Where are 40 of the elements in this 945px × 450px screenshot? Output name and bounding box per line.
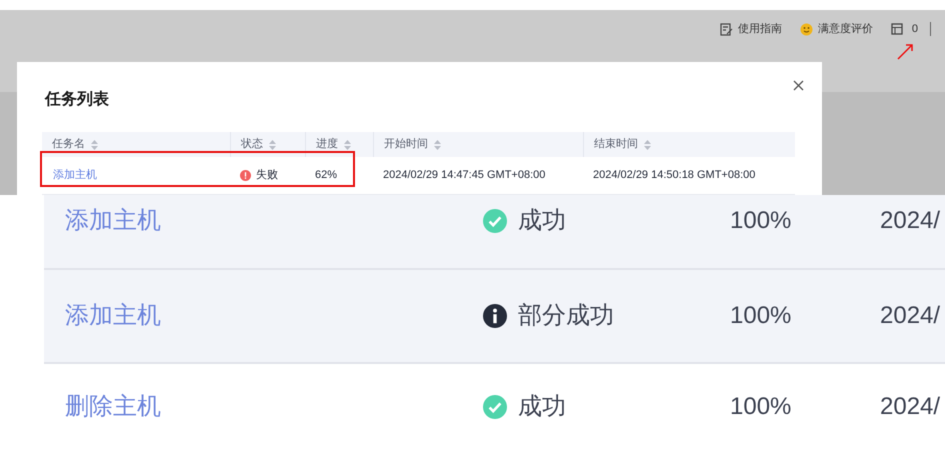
close-icon[interactable] — [793, 80, 804, 91]
task-count: 0 — [912, 22, 918, 37]
task-name-link[interactable]: 添加主机 — [53, 169, 97, 182]
guide-icon — [720, 22, 733, 36]
annotation-arrow — [896, 42, 916, 60]
table-cell-text: 100% — [730, 301, 792, 331]
header-link[interactable]: 使用指南 — [720, 20, 782, 38]
task-name-link[interactable]: 删除主机 — [44, 389, 483, 425]
column-header[interactable]: 任务名 — [52, 138, 98, 151]
column-header[interactable]: 开始时间 — [384, 138, 441, 151]
task-name-link[interactable]: 添加主机 — [44, 298, 483, 334]
smiley-icon — [800, 22, 813, 36]
error-icon — [240, 170, 251, 181]
sort-icon[interactable] — [434, 140, 441, 150]
table-cell-text: 2024/02/29 14:50:18 GMT+08:00 — [592, 168, 756, 184]
table-cell-text: 2024/02/29 14:47:45 GMT+08:00 — [382, 168, 546, 184]
task-list-icon[interactable] — [890, 23, 903, 35]
status-text: 失败 — [256, 168, 278, 184]
header-link[interactable]: 满意度评价 — [800, 20, 873, 38]
sort-icon[interactable] — [91, 140, 98, 150]
check-icon — [483, 208, 507, 232]
dialog-title: 任务列表 — [45, 90, 109, 110]
table-cell-text: 62% — [314, 168, 338, 184]
column-header[interactable]: 结束时间 — [594, 138, 651, 151]
task-name-link[interactable]: 添加主机 — [44, 202, 483, 238]
table-cell-text: 100% — [730, 206, 792, 236]
status-text: 成功 — [518, 392, 566, 422]
table-cell-text: 100% — [730, 392, 792, 422]
table-cell-text: 2024/ — [880, 301, 940, 331]
sort-icon[interactable] — [644, 140, 651, 150]
info-icon — [483, 304, 507, 328]
table-cell-text: 2024/ — [880, 206, 940, 236]
sort-icon[interactable] — [269, 140, 276, 150]
status-text: 成功 — [518, 206, 566, 236]
column-header[interactable]: 状态 — [241, 138, 276, 151]
check-icon — [483, 395, 507, 419]
status-text: 部分成功 — [518, 301, 614, 331]
sort-icon[interactable] — [344, 140, 351, 150]
column-header[interactable]: 进度 — [316, 138, 351, 151]
table-cell-text: 2024/ — [880, 392, 940, 422]
